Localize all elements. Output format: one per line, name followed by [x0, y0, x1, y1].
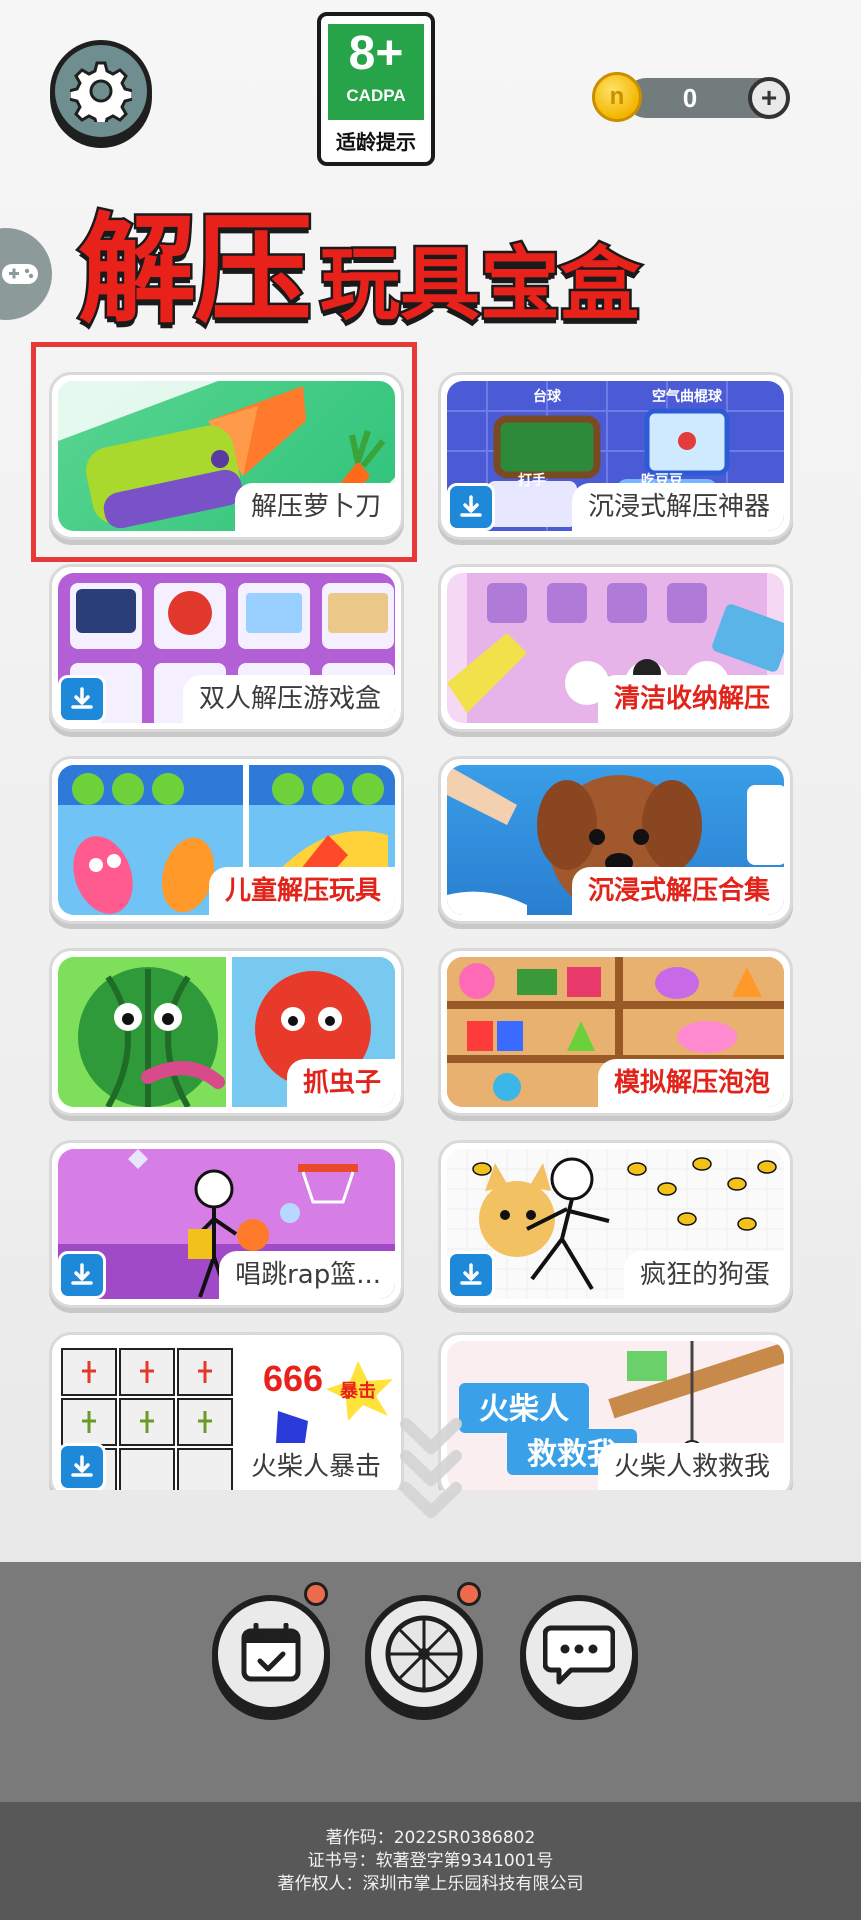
- app-title-big: 解压: [75, 199, 314, 342]
- game-card-sing-dance-rap[interactable]: 唱跳rap篮...: [49, 1140, 404, 1308]
- copyright-footer: 著作码：2022SR0386802 证书号：软著登字第9341001号 著作权人…: [0, 1802, 861, 1920]
- download-button[interactable]: [58, 1443, 106, 1490]
- air-hockey-label: 空气曲棍球: [652, 388, 723, 405]
- footer-line-3: 著作权人：深圳市掌上乐园科技有限公司: [277, 1873, 584, 1894]
- game-card-stickman-rescue[interactable]: 火柴人 救救我 火柴人救救我: [438, 1332, 793, 1490]
- chat-bubble-icon: [543, 1625, 615, 1685]
- game-card-label: 唱跳rap篮...: [219, 1251, 395, 1299]
- wheel-badge-dot: [457, 1582, 481, 1606]
- game-card-bubble-sim[interactable]: 模拟解压泡泡: [438, 948, 793, 1116]
- game-card-label: 疯狂的狗蛋: [623, 1251, 784, 1299]
- game-card-catch-bugs[interactable]: 抓虫子: [49, 948, 404, 1116]
- game-card-label: 清洁收纳解压: [597, 675, 784, 723]
- download-button[interactable]: [447, 483, 495, 531]
- game-card-stickman-crit[interactable]: 666 暴击 火柴人暴击: [49, 1332, 404, 1490]
- game-card-label: 双人解压游戏盒: [182, 675, 395, 723]
- download-button[interactable]: [58, 1251, 106, 1299]
- game-card-label: 沉浸式解压神器: [571, 483, 784, 531]
- app-title: 解压 玩具宝盒: [75, 190, 798, 342]
- lucky-wheel-button[interactable]: [365, 1595, 483, 1713]
- download-icon: [71, 1263, 93, 1285]
- download-icon: [71, 687, 93, 709]
- game-card-label: 解压萝卜刀: [234, 483, 395, 531]
- download-icon: [460, 495, 482, 517]
- game-card-label: 模拟解压泡泡: [597, 1059, 784, 1107]
- game-card-carrot-knife[interactable]: 解压萝卜刀: [49, 372, 404, 540]
- add-coins-button[interactable]: +: [748, 77, 790, 119]
- coin-count: 0: [682, 83, 698, 113]
- game-card-label: 火柴人救救我: [597, 1443, 784, 1490]
- coin-icon: n: [592, 72, 642, 122]
- crit-label: 暴击: [340, 1380, 376, 1402]
- download-icon: [71, 1455, 93, 1477]
- game-card-label: 沉浸式解压合集: [571, 867, 784, 915]
- hit-label: 打手: [518, 472, 546, 489]
- gear-icon: [70, 61, 132, 122]
- crit-number: 666: [263, 1358, 323, 1399]
- rescue-label-1: 火柴人: [479, 1392, 569, 1427]
- game-card-crazy-goudan[interactable]: 疯狂的狗蛋: [438, 1140, 793, 1308]
- game-card-kids-toys[interactable]: 儿童解压玩具: [49, 756, 404, 924]
- download-button[interactable]: [447, 1251, 495, 1299]
- game-card-label: 火柴人暴击: [234, 1443, 395, 1490]
- footer-line-1: 著作码：2022SR0386802: [325, 1827, 536, 1848]
- download-icon: [460, 1263, 482, 1285]
- age-rating-badge: 8+ CADPA 适龄提示: [317, 12, 435, 166]
- more-button[interactable]: [520, 1595, 638, 1713]
- game-card-label: 抓虫子: [286, 1059, 395, 1107]
- age-rating-tip: 适龄提示: [336, 130, 416, 154]
- checkin-badge-dot: [304, 1582, 328, 1606]
- age-rating-block: 8+ CADPA: [328, 24, 424, 120]
- scroll-down-chevron-icon[interactable]: [398, 1410, 464, 1526]
- game-card-clean-organize[interactable]: 清洁收纳解压: [438, 564, 793, 732]
- pool-label: 台球: [533, 388, 562, 405]
- age-rating-org: CADPA: [346, 86, 406, 105]
- calendar-check-icon: [241, 1623, 301, 1682]
- download-button[interactable]: [58, 675, 106, 723]
- daily-checkin-button[interactable]: [212, 1595, 330, 1713]
- age-rating-number: 8+: [348, 27, 404, 80]
- gamepad-icon: [2, 264, 38, 284]
- side-gamepad-tab[interactable]: [0, 228, 52, 320]
- game-card-duo-decompress[interactable]: 双人解压游戏盒: [49, 564, 404, 732]
- footer-line-2: 证书号：软著登字第9341001号: [307, 1850, 554, 1871]
- game-card-immersive-decompress[interactable]: 台球 空气曲棍球 打手 吃豆豆 沉浸式解压神器: [438, 372, 793, 540]
- settings-button[interactable]: [50, 40, 152, 142]
- game-card-immersive-collection[interactable]: 沉浸式解压合集: [438, 756, 793, 924]
- game-card-label: 儿童解压玩具: [208, 867, 395, 915]
- app-title-small: 玩具宝盒: [318, 236, 643, 334]
- wheel-icon: [385, 1615, 463, 1693]
